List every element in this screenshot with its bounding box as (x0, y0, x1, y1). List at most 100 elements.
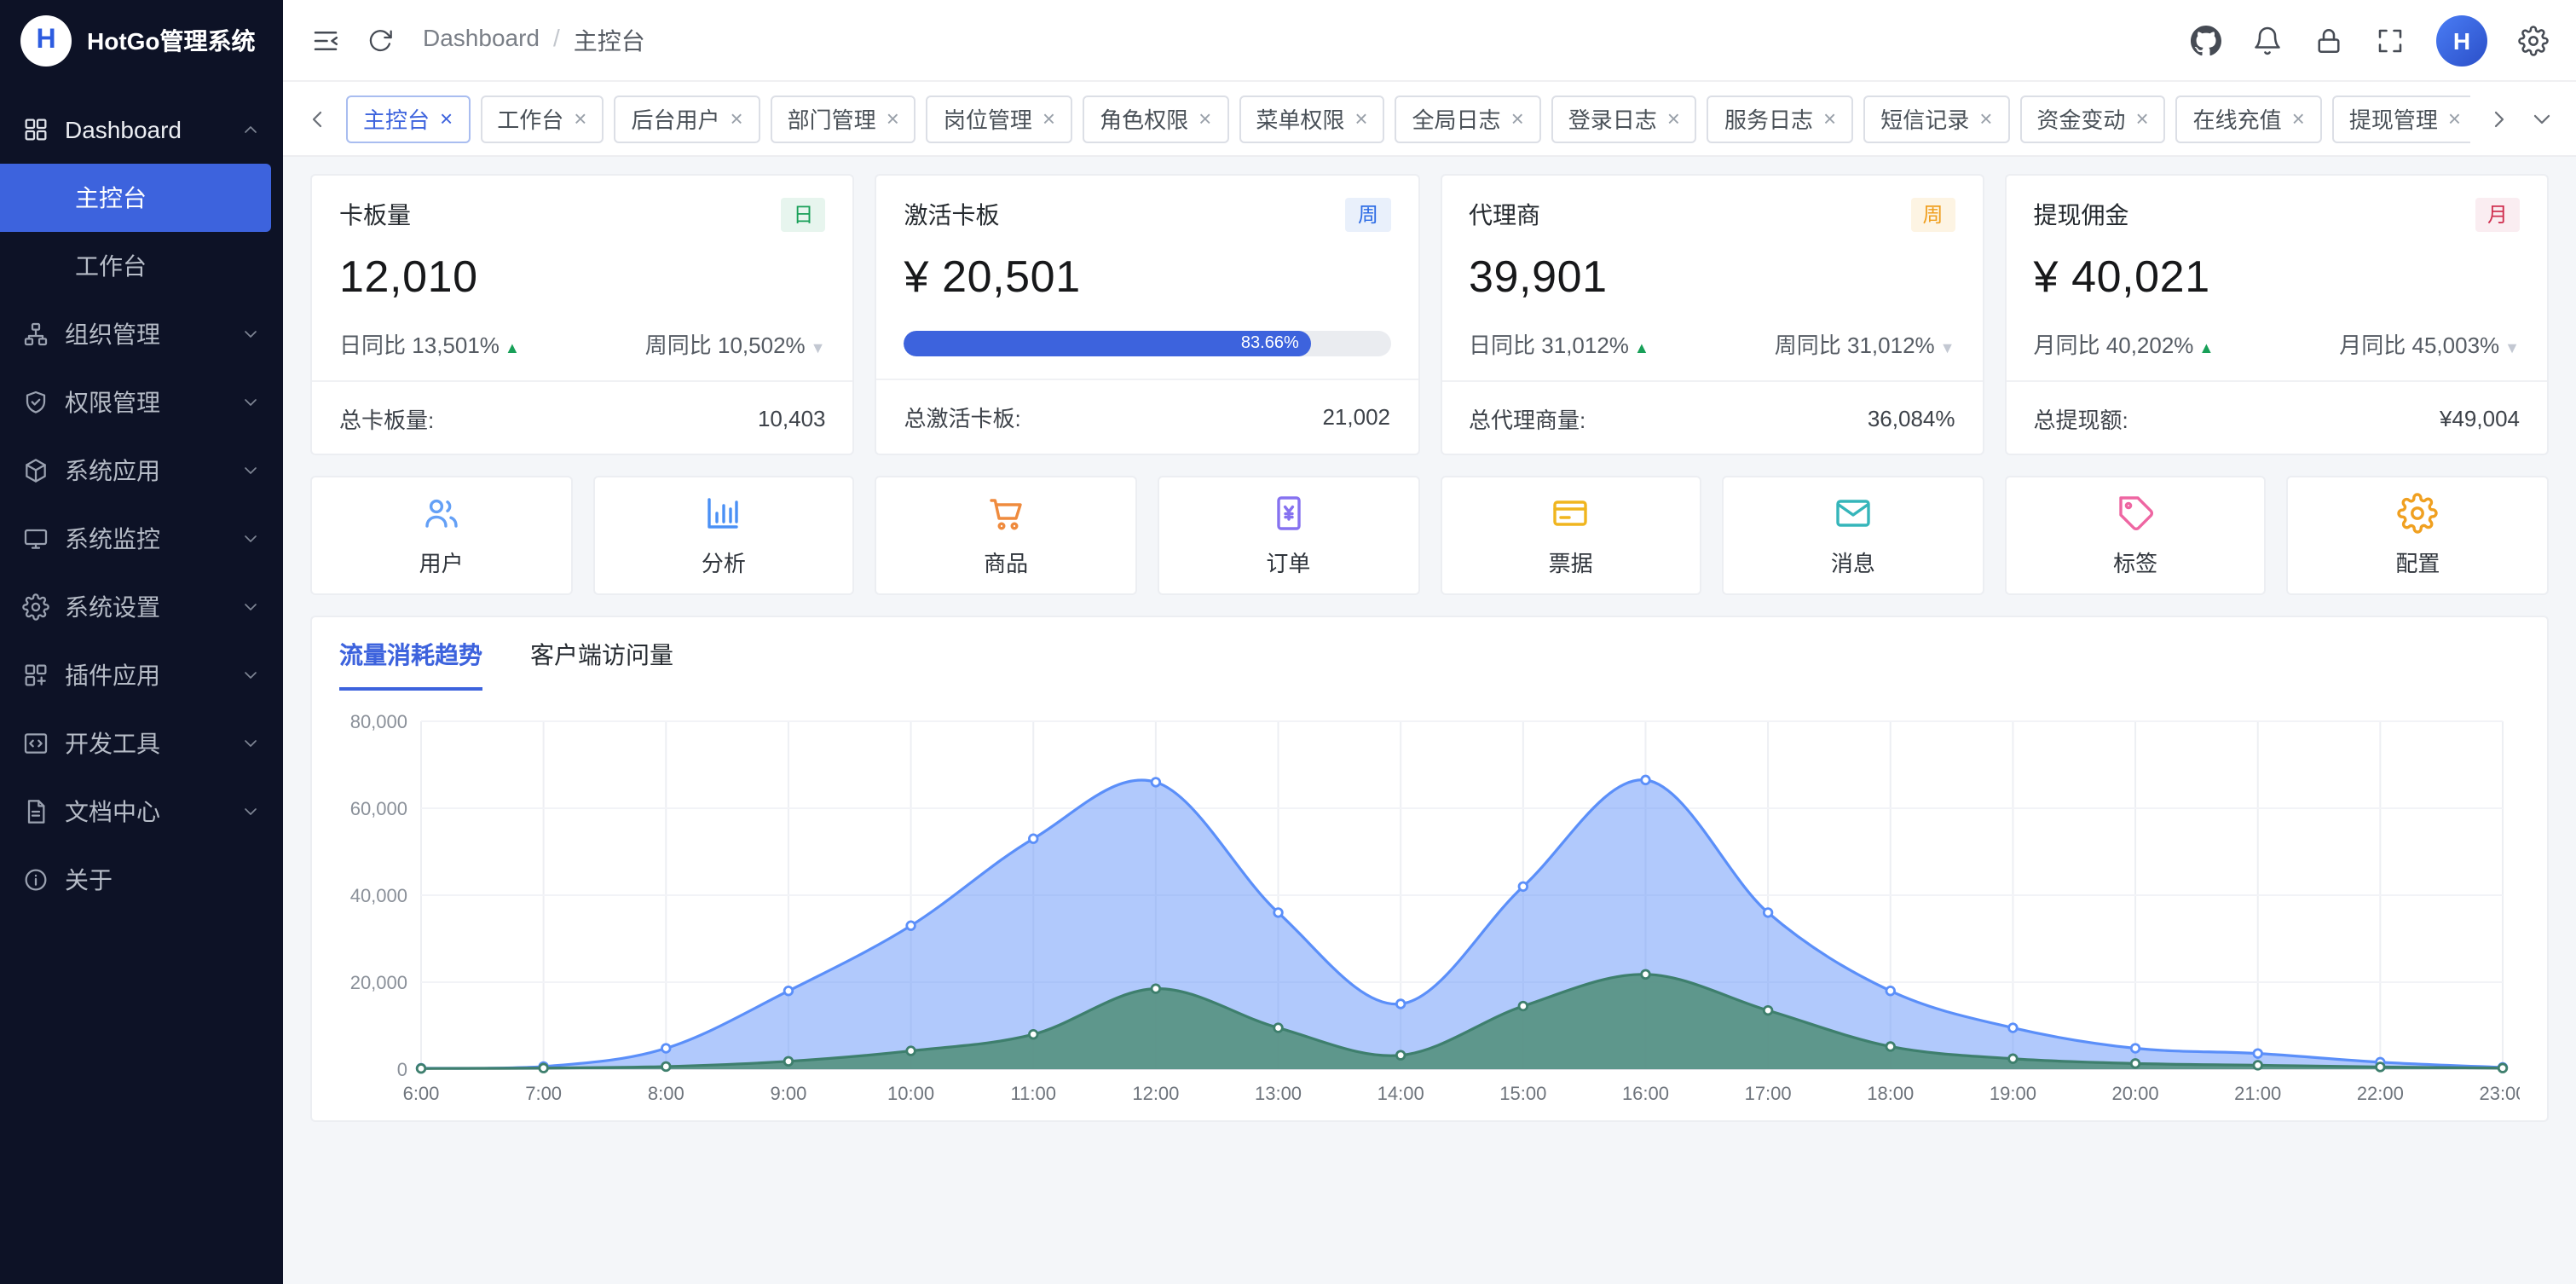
tab[interactable]: 后台用户× (614, 95, 760, 142)
tab[interactable]: 岗位管理× (927, 95, 1072, 142)
close-icon[interactable]: × (1043, 107, 1055, 130)
stat-metric-value: 13,501% (412, 332, 500, 357)
close-icon[interactable]: × (2135, 107, 2148, 130)
gear-icon[interactable] (2518, 25, 2549, 55)
github-icon[interactable] (2191, 25, 2221, 55)
close-icon[interactable]: × (1354, 107, 1367, 130)
plugin-icon (22, 662, 49, 689)
sidebar-item[interactable]: 系统监控 (0, 505, 283, 573)
sidebar-item[interactable]: Dashboard (0, 95, 283, 164)
close-icon[interactable]: × (2448, 107, 2461, 130)
sidebar-item[interactable]: 权限管理 (0, 368, 283, 437)
tab[interactable]: 服务日志× (1707, 95, 1853, 142)
tab[interactable]: 提现管理 × (2332, 95, 2470, 142)
sidebar-subitem[interactable]: 主控台 (0, 164, 271, 232)
fullscreen-icon[interactable] (2375, 25, 2406, 55)
chart-tab[interactable]: 流量消耗趋势 (339, 638, 482, 691)
trend-down-icon: ▼ (2504, 338, 2520, 356)
quick-action[interactable]: 用户 (310, 476, 572, 595)
stat-title: 激活卡板 (904, 198, 1000, 232)
sidebar-item[interactable]: 开发工具 (0, 709, 283, 778)
sidebar-item-label: 文档中心 (65, 795, 225, 829)
lock-icon[interactable] (2313, 25, 2344, 55)
close-icon[interactable]: × (440, 107, 453, 130)
tab[interactable]: 角色权限× (1083, 95, 1228, 142)
logo-icon: H (20, 15, 72, 67)
close-icon[interactable]: × (1823, 107, 1836, 130)
sidebar-item[interactable]: 系统设置 (0, 573, 283, 641)
tab-label: 提现管理 (2349, 102, 2438, 135)
tab[interactable]: 资金变动× (2019, 95, 2165, 142)
sidebar-item[interactable]: 插件应用 (0, 641, 283, 709)
stat-metric-value: 31,012% (1847, 332, 1935, 357)
close-icon[interactable]: × (887, 107, 899, 130)
quick-action[interactable]: 配置 (2287, 476, 2549, 595)
sidebar-item[interactable]: 组织管理 (0, 300, 283, 368)
tab[interactable]: 短信记录× (1863, 95, 2009, 142)
sidebar-item-label: 系统设置 (65, 590, 225, 624)
close-icon[interactable]: × (1198, 107, 1211, 130)
tabs-scroll-right-icon[interactable] (2486, 105, 2513, 132)
tab[interactable]: 部门管理 × (771, 95, 916, 142)
svg-text:16:00: 16:00 (1622, 1083, 1669, 1104)
tab[interactable]: 工作台× (480, 95, 604, 142)
breadcrumb-item[interactable]: Dashboard (423, 23, 540, 57)
stat-title: 卡板量 (339, 198, 411, 232)
tabs-scroll-left-icon[interactable] (303, 105, 331, 132)
close-icon[interactable]: × (1979, 107, 1992, 130)
menu-fold-icon[interactable] (310, 25, 341, 55)
config-icon (2397, 493, 2438, 534)
tab[interactable]: 登录日志× (1551, 95, 1697, 142)
tab[interactable]: 主控台× (346, 95, 470, 142)
chart-tab[interactable]: 客户端访问量 (530, 638, 673, 691)
users-icon (421, 493, 462, 534)
stat-metric: 日同比 13,501%▲ (339, 327, 520, 359)
svg-text:17:00: 17:00 (1745, 1083, 1792, 1104)
sidebar-subitem[interactable]: 工作台 (0, 232, 283, 300)
sidebar-item[interactable]: 系统应用 (0, 437, 283, 505)
trend-down-icon: ▼ (1940, 338, 1955, 356)
quick-action[interactable]: 消息 (1722, 476, 1984, 595)
chart-tabs: 流量消耗趋势客户端访问量 (339, 638, 2520, 691)
tag-icon (2115, 493, 2156, 534)
tab[interactable]: 菜单权限× (1239, 95, 1384, 142)
breadcrumb: Dashboard / 主控台 (423, 23, 645, 57)
quick-action[interactable]: 商品 (875, 476, 1137, 595)
tab-label: 部门管理 (788, 102, 876, 135)
tabs-menu-icon[interactable] (2528, 105, 2556, 132)
close-icon[interactable]: × (1511, 107, 1524, 130)
quick-action[interactable]: 分析 (592, 476, 854, 595)
sidebar-item[interactable]: 关于 (0, 846, 283, 914)
stat-metrics: 月同比 40,202%▲月同比 45,003%▼ (2034, 327, 2521, 358)
progress-label: 83.66% (1241, 334, 1299, 353)
sidebar-item-label: Dashboard (65, 116, 225, 143)
quick-action-label: 分析 (702, 546, 746, 578)
tab[interactable]: 在线充值× (2176, 95, 2322, 142)
progress-bar: 83.66% (904, 331, 1391, 356)
content: 卡板量日12,010日同比 13,501%▲周同比 10,502%▼总卡板量:1… (283, 157, 2576, 1284)
app-title: HotGo管理系统 (87, 24, 256, 58)
close-icon[interactable]: × (730, 107, 742, 130)
quick-action-label: 订单 (1266, 546, 1310, 578)
stat-badge: 周 (1910, 198, 1955, 232)
tab[interactable]: 全局日志× (1395, 95, 1541, 142)
sidebar-item-label: 关于 (65, 863, 261, 897)
close-icon[interactable]: × (2292, 107, 2305, 130)
svg-text:20:00: 20:00 (2112, 1083, 2159, 1104)
close-icon[interactable]: × (1667, 107, 1680, 130)
quick-action[interactable]: 标签 (2005, 476, 2267, 595)
quick-action-label: 配置 (2395, 546, 2440, 578)
sidebar-item-label: 开发工具 (65, 726, 225, 761)
sidebar-item[interactable]: 文档中心 (0, 778, 283, 846)
monitor-icon (22, 525, 49, 552)
bell-icon[interactable] (2252, 25, 2283, 55)
close-icon[interactable]: × (574, 107, 586, 130)
quick-action[interactable]: 票据 (1440, 476, 1701, 595)
stat-value: 12,010 (339, 251, 826, 304)
quick-action[interactable]: 订单 (1158, 476, 1419, 595)
svg-text:0: 0 (397, 1059, 407, 1080)
refresh-icon[interactable] (367, 26, 394, 54)
avatar[interactable]: H (2436, 14, 2487, 66)
sidebar-menu: Dashboard 主控台工作台组织管理权限管理系统应用系统监控系统设置插件应用开… (0, 82, 283, 1284)
logo[interactable]: H HotGo管理系统 (0, 0, 283, 82)
